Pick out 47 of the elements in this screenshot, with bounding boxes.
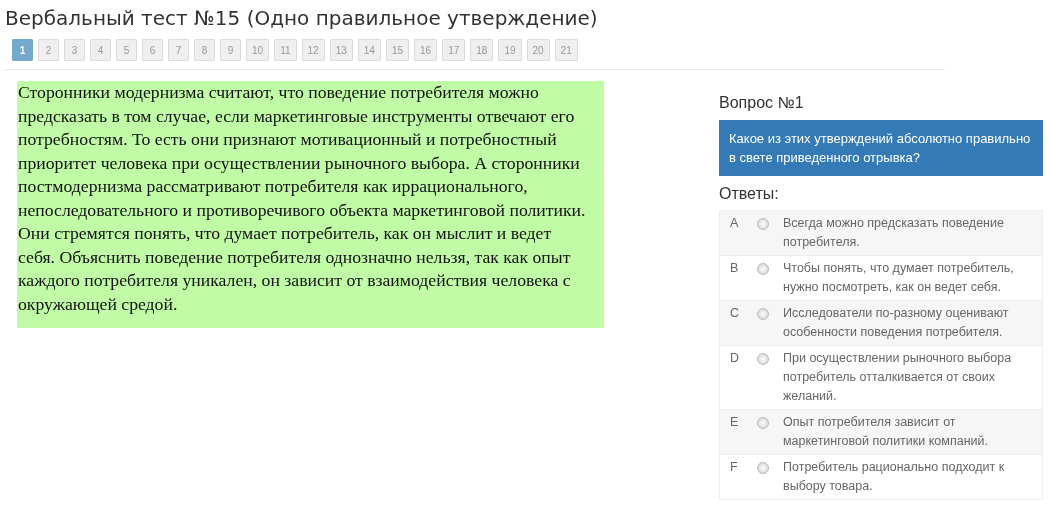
radio-button[interactable] [757, 218, 769, 230]
radio-button[interactable] [757, 417, 769, 429]
page-button[interactable]: 21 [554, 39, 578, 61]
answer-text: Чтобы понять, что думает потребитель, нужно посмотреть, как он ведет себя. [783, 260, 1015, 296]
radio-button[interactable] [757, 353, 769, 365]
passage-text: Сторонники модернизма считают, что поведение потребителя можно предсказать в том случае, если маркетинговые инструменты отвечают его потребностям. То есть они признают мотивационный и потребностный приоритет человека при осуществлении рыночного выбора. А сторонники постмодернизма рассматривают потребителя как иррационального, непоследовательного и противоречивого объекта маркетинговой политики. Они стремятся понять, что думает потребитель, как он мыслит и ведет себя. Объяснить поведение потребителя однозначно нельзя, так как опыт каждого потребителя уникален, он зависит от взаимодействия человека с окружающей средой. [17, 81, 604, 328]
page-button[interactable]: 1 [12, 39, 33, 61]
answer-text: Потребитель рационально подходит к выбору товара. [783, 459, 1006, 495]
page-button[interactable]: 10 [246, 39, 270, 61]
answer-text: Опыт потребителя зависит от маркетинговой политики компаний. [783, 414, 989, 450]
answer-text: Всегда можно предсказать поведение потребителя. [783, 215, 1005, 251]
answer-row[interactable]: E Опыт потребителя зависит от маркетинговой политики компаний. [720, 409, 1042, 454]
radio-button[interactable] [757, 263, 769, 275]
question-heading: Вопрос №1 [719, 94, 805, 112]
page-button[interactable]: 13 [329, 39, 353, 61]
page-button[interactable]: 14 [357, 39, 381, 61]
page-button[interactable]: 12 [301, 39, 325, 61]
answer-row[interactable]: C Исследователи по-разному оценивают особенности поведения потребителя. [720, 300, 1042, 345]
page-button[interactable]: 9 [220, 39, 241, 61]
answer-letter: C [730, 305, 741, 322]
question-text: Какое из этих утверждений абсолютно правильно в свете приведенного отрывка? [719, 120, 1043, 176]
answer-letter: F [730, 459, 739, 476]
page-button[interactable]: 15 [385, 39, 409, 61]
answer-letter: A [730, 215, 740, 232]
answer-row[interactable]: A Всегда можно предсказать поведение потребителя. [720, 211, 1042, 255]
radio-button[interactable] [757, 462, 769, 474]
radio-button[interactable] [757, 308, 769, 320]
answer-text: Исследователи по-разному оценивают особенности поведения потребителя. [783, 305, 1010, 341]
page-button[interactable]: 19 [498, 39, 522, 61]
page-button[interactable]: 8 [194, 39, 215, 61]
page-button[interactable]: 3 [64, 39, 85, 61]
page-button[interactable]: 20 [526, 39, 550, 61]
page-title: Вербальный тест №15 (Одно правильное утверждение) [5, 5, 599, 31]
page-button[interactable]: 4 [90, 39, 111, 61]
page-button[interactable]: 17 [442, 39, 466, 61]
answer-letter: D [730, 350, 741, 367]
page-button[interactable]: 11 [274, 39, 297, 61]
page-button[interactable]: 6 [142, 39, 163, 61]
page-button[interactable]: 7 [168, 39, 189, 61]
answer-letter: E [730, 414, 740, 431]
answers-heading: Ответы: [719, 185, 780, 203]
answer-text: При осуществлении рыночного выбора потребитель отталкивается от своих желаний. [783, 350, 1013, 405]
page-button[interactable]: 5 [116, 39, 137, 61]
page-button[interactable]: 18 [470, 39, 494, 61]
page-button[interactable]: 16 [414, 39, 438, 61]
answer-letter: B [730, 260, 740, 277]
page-button[interactable]: 2 [38, 39, 59, 61]
